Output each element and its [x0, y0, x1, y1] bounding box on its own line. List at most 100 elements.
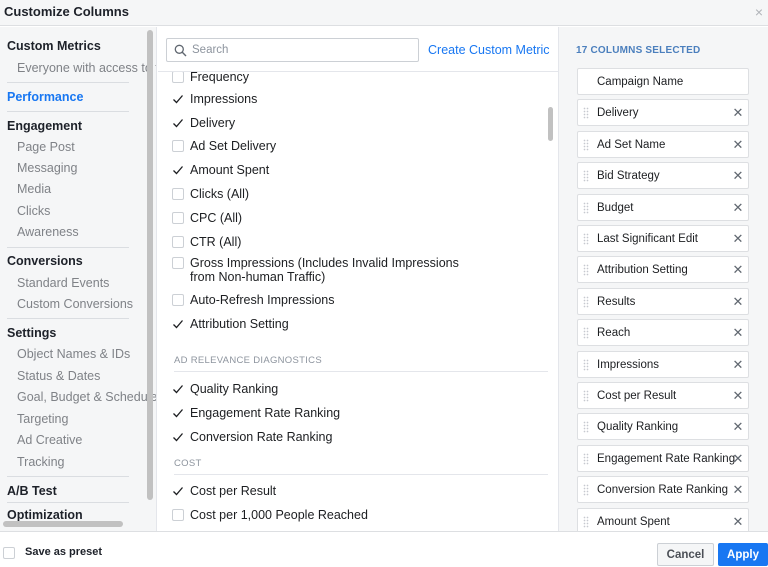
sidebar-item-settings[interactable]: Settings: [7, 326, 56, 340]
selected-column-amount-spent[interactable]: Amount Spent ✕: [577, 507, 749, 531]
checkbox[interactable]: [172, 509, 184, 521]
remove-column-icon[interactable]: ✕: [732, 201, 744, 214]
remove-column-icon[interactable]: ✕: [732, 138, 744, 151]
sidebar-item-page-post[interactable]: Page Post: [17, 140, 75, 154]
remove-column-icon[interactable]: ✕: [732, 389, 744, 402]
drag-handle-icon[interactable]: [583, 296, 589, 308]
selected-column-last-significant-edit[interactable]: Last Significant Edit ✕: [577, 225, 749, 252]
metric-row-clicks-all[interactable]: Clicks (All): [172, 187, 472, 202]
sidebar-item-media[interactable]: Media: [17, 182, 51, 196]
sidebar-item-tracking[interactable]: Tracking: [17, 455, 64, 469]
selected-column-budget[interactable]: Budget ✕: [577, 193, 749, 221]
checkmark-icon[interactable]: [172, 163, 184, 177]
sidebar-item-clicks[interactable]: Clicks: [17, 204, 50, 218]
sidebar-item-ad-creative[interactable]: Ad Creative: [17, 433, 82, 447]
drag-handle-icon[interactable]: [583, 202, 589, 214]
checkmark-icon[interactable]: [172, 484, 184, 498]
selected-column-attribution-setting[interactable]: Attribution Setting ✕: [577, 256, 749, 284]
checkmark-icon[interactable]: [172, 116, 184, 130]
remove-column-icon[interactable]: ✕: [732, 263, 744, 276]
selected-column-ad-set-name[interactable]: Ad Set Name ✕: [577, 130, 749, 158]
close-icon[interactable]: ×: [755, 4, 763, 20]
apply-button[interactable]: Apply: [718, 543, 768, 566]
metric-row-quality-ranking[interactable]: Quality Ranking: [172, 382, 472, 397]
remove-column-icon[interactable]: ✕: [732, 169, 744, 182]
metric-row-delivery[interactable]: Delivery: [172, 116, 472, 131]
drag-handle-icon[interactable]: [583, 390, 589, 402]
metric-row-cost-per-result[interactable]: Cost per Result: [172, 484, 472, 499]
checkmark-icon[interactable]: [172, 382, 184, 396]
sidebar-item-everyone-with-access-to-this[interactable]: Everyone with access to this: [17, 61, 156, 75]
metric-row-gross-impressions-includes-invalid-impressions[interactable]: Gross Impressions (Includes Invalid Impr…: [172, 256, 472, 286]
sidebar-item-conversions[interactable]: Conversions: [7, 254, 83, 268]
search-input[interactable]: [192, 42, 412, 58]
remove-column-icon[interactable]: ✕: [732, 452, 744, 465]
remove-column-icon[interactable]: ✕: [732, 358, 744, 371]
create-custom-metric-link[interactable]: Create Custom Metric: [428, 43, 550, 57]
selected-column-conversion-rate-ranking[interactable]: Conversion Rate Ranking ✕: [577, 476, 749, 504]
drag-handle-icon[interactable]: [583, 139, 589, 151]
checkmark-icon[interactable]: [172, 430, 184, 444]
sidebar-item-object-names-ids[interactable]: Object Names & IDs: [17, 347, 130, 361]
sidebar-item-standard-events[interactable]: Standard Events: [17, 276, 109, 290]
metric-row-amount-spent[interactable]: Amount Spent: [172, 163, 472, 178]
selected-column-bid-strategy[interactable]: Bid Strategy ✕: [577, 162, 749, 190]
sidebar-item-custom-conversions[interactable]: Custom Conversions: [17, 297, 133, 311]
checkbox[interactable]: [172, 294, 184, 306]
sidebar-horizontal-scrollbar[interactable]: [3, 521, 123, 527]
selected-column-delivery[interactable]: Delivery ✕: [577, 99, 749, 127]
metric-row-cost-per-1-000-people-reached[interactable]: Cost per 1,000 People Reached: [172, 508, 472, 523]
metric-row-ad-set-delivery[interactable]: Ad Set Delivery: [172, 139, 472, 154]
cancel-button[interactable]: Cancel: [657, 543, 714, 566]
sidebar-item-engagement[interactable]: Engagement: [7, 119, 82, 133]
selected-column-engagement-rate-ranking[interactable]: Engagement Rate Ranking ✕: [577, 444, 749, 472]
metrics-vertical-scrollbar[interactable]: [548, 107, 553, 141]
sidebar-item-targeting[interactable]: Targeting: [17, 412, 68, 426]
metric-row-auto-refresh-impressions[interactable]: Auto-Refresh Impressions: [172, 293, 472, 308]
metric-row-engagement-rate-ranking[interactable]: Engagement Rate Ranking: [172, 406, 472, 421]
checkbox[interactable]: [172, 140, 184, 152]
checkbox[interactable]: [172, 188, 184, 200]
remove-column-icon[interactable]: ✕: [732, 420, 744, 433]
selected-column-reach[interactable]: Reach ✕: [577, 319, 749, 347]
sidebar-item-performance[interactable]: Performance: [7, 90, 83, 104]
metric-row-frequency[interactable]: Frequency: [172, 72, 472, 85]
checkmark-icon[interactable]: [172, 317, 184, 331]
remove-column-icon[interactable]: ✕: [732, 295, 744, 308]
metric-row-ctr-all[interactable]: CTR (All): [172, 235, 472, 250]
sidebar-item-optimization[interactable]: Optimization: [7, 508, 83, 522]
checkbox[interactable]: [172, 212, 184, 224]
sidebar-vertical-scrollbar[interactable]: [147, 30, 153, 500]
drag-handle-icon[interactable]: [583, 359, 589, 371]
checkmark-icon[interactable]: [172, 92, 184, 106]
sidebar-item-custom-metrics[interactable]: Custom Metrics: [7, 39, 101, 53]
selected-column-quality-ranking[interactable]: Quality Ranking ✕: [577, 413, 749, 441]
sidebar-item-status-dates[interactable]: Status & Dates: [17, 369, 100, 383]
sidebar-item-goal-budget-schedule[interactable]: Goal, Budget & Schedule: [17, 390, 156, 404]
drag-handle-icon[interactable]: [583, 453, 589, 465]
checkbox[interactable]: [172, 257, 184, 269]
drag-handle-icon[interactable]: [583, 516, 589, 528]
drag-handle-icon[interactable]: [583, 233, 589, 245]
metric-row-impressions[interactable]: Impressions: [172, 92, 472, 107]
checkbox[interactable]: [172, 236, 184, 248]
selected-column-impressions[interactable]: Impressions ✕: [577, 350, 749, 378]
checkmark-icon[interactable]: [172, 406, 184, 420]
selected-column-cost-per-result[interactable]: Cost per Result ✕: [577, 382, 749, 409]
sidebar-item-awareness[interactable]: Awareness: [17, 225, 79, 239]
drag-handle-icon[interactable]: [583, 107, 589, 119]
metric-row-attribution-setting[interactable]: Attribution Setting: [172, 317, 472, 332]
save-as-preset-checkbox[interactable]: [3, 547, 15, 559]
drag-handle-icon[interactable]: [583, 264, 589, 276]
selected-column-results[interactable]: Results ✕: [577, 287, 749, 315]
remove-column-icon[interactable]: ✕: [732, 106, 744, 119]
remove-column-icon[interactable]: ✕: [732, 232, 744, 245]
drag-handle-icon[interactable]: [583, 484, 589, 496]
drag-handle-icon[interactable]: [583, 421, 589, 433]
selected-column-campaign-name[interactable]: Campaign Name: [577, 68, 749, 95]
checkbox[interactable]: [172, 72, 184, 83]
drag-handle-icon[interactable]: [583, 327, 589, 339]
remove-column-icon[interactable]: ✕: [732, 483, 744, 496]
sidebar-item-messaging[interactable]: Messaging: [17, 161, 77, 175]
remove-column-icon[interactable]: ✕: [732, 515, 744, 528]
